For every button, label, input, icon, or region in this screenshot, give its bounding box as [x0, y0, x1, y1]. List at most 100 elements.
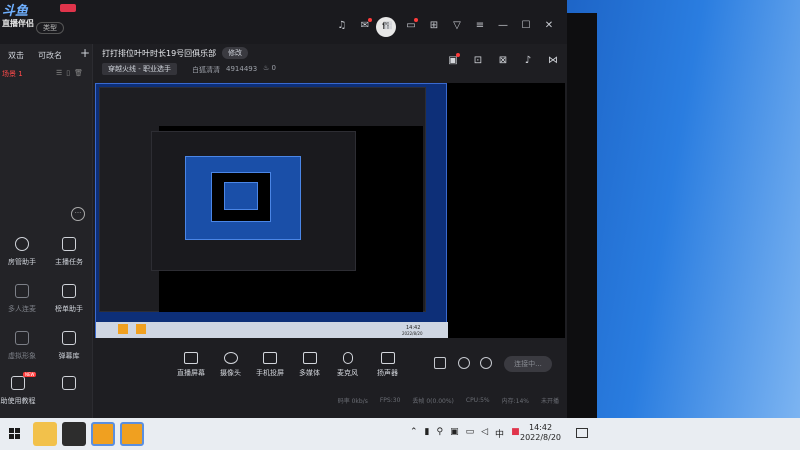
- scene-row-icons[interactable]: ☰▯🗑: [56, 69, 87, 77]
- menu-icon[interactable]: ≡: [474, 20, 486, 32]
- clock-date: 2022/8/20: [520, 433, 562, 442]
- tool-streamer-task[interactable]: 主播任务: [49, 237, 89, 267]
- type-pill[interactable]: 类型: [36, 22, 64, 34]
- tutorial-icon: [11, 376, 25, 390]
- chat-bubble-icon[interactable]: ···: [71, 207, 85, 221]
- new-tag: NEW: [23, 372, 37, 377]
- camera-icon: [223, 352, 238, 364]
- tool-multi-mic[interactable]: 多人连麦: [2, 284, 42, 314]
- rank-icon: [62, 284, 76, 298]
- tab-double-click[interactable]: 双击: [8, 50, 24, 61]
- chat-icon[interactable]: ▭: [405, 18, 418, 32]
- category-pill[interactable]: 穿越火线 - 职业选手: [102, 63, 177, 75]
- system-tray: ⌃ ▮ ⚲ ▣ ▭ ◁ 中 ■: [410, 427, 520, 440]
- maximize-icon[interactable]: ☐: [520, 20, 532, 32]
- room-title: 打打排位叶叶时长19号回俱乐部: [102, 49, 217, 58]
- user-icon: [15, 237, 29, 251]
- phone-icon: [263, 352, 277, 364]
- logo-text: 斗鱼: [2, 4, 29, 19]
- scene-row[interactable]: 场景 1 ☰▯🗑: [0, 68, 93, 80]
- wechat-icon[interactable]: [62, 422, 86, 446]
- windows-taskbar: ⌃ ▮ ⚲ ▣ ▭ ◁ 中 ■ 14:42 2022/8/20: [0, 418, 800, 450]
- captured-date: 2022/8/20: [402, 331, 423, 336]
- status-bitrate: 码率 0kb/s: [337, 397, 368, 405]
- usb-icon[interactable]: ⚲: [437, 427, 444, 440]
- minimize-icon[interactable]: —: [497, 20, 509, 32]
- close-icon[interactable]: ✕: [543, 20, 555, 32]
- tool-tutorial[interactable]: NEW 助使用教程: [0, 372, 38, 406]
- heat-value: 0: [271, 64, 276, 72]
- mic-tray-icon[interactable]: ▮: [425, 427, 430, 440]
- heat-count: ♨ 0: [263, 64, 276, 72]
- media-icon: [302, 352, 317, 364]
- fire-icon: ♨: [263, 64, 272, 72]
- scene-tabs: 双击 可改名: [8, 50, 62, 61]
- ime-icon[interactable]: 中: [495, 427, 504, 440]
- settings-gear-icon[interactable]: [480, 357, 492, 369]
- volume-icon[interactable]: ◁: [481, 427, 488, 440]
- tab-rename[interactable]: 可改名: [38, 50, 62, 61]
- unlock-icon[interactable]: ⊡: [472, 55, 484, 67]
- eye-icon[interactable]: [458, 357, 470, 369]
- room-number: 4914493: [226, 65, 258, 73]
- download-icon: [62, 376, 76, 390]
- task-icon: [62, 237, 76, 251]
- gift-icon[interactable]: ⊞: [428, 20, 440, 32]
- multimedia-button[interactable]: 多媒体: [299, 352, 320, 378]
- background-window-edge: [567, 13, 597, 418]
- start-live-button[interactable]: 连接中...: [504, 356, 552, 372]
- app-icon-2[interactable]: [120, 422, 144, 446]
- logo-badge: [60, 4, 76, 12]
- download-icon: [15, 331, 29, 345]
- add-scene-button[interactable]: +: [80, 46, 90, 60]
- status-mem: 内存:14%: [501, 397, 529, 405]
- edit-title-button[interactable]: 修改: [222, 47, 248, 59]
- captured-desktop: 14:42 2022/8/20: [95, 83, 448, 338]
- monitor-icon: [184, 352, 198, 364]
- network-icon[interactable]: ▣: [450, 427, 459, 440]
- scene-icon[interactable]: ▣: [447, 53, 460, 67]
- windows-start-icon[interactable]: [9, 428, 21, 440]
- status-fps: FPS:30: [379, 396, 401, 404]
- app-logo: 斗鱼 直播伴侣: [0, 0, 60, 40]
- live-companion-window: 斗鱼 直播伴侣 类型 fi ♫ ✉ ▦ ▭ ⊞ ▽ ≡ — ☐ ✕ 双击 可改名…: [0, 0, 567, 418]
- danmu-icon: [62, 331, 76, 345]
- platform-label: 白狐清清: [192, 66, 220, 74]
- taskbar-clock[interactable]: 14:42 2022/8/20: [520, 423, 561, 443]
- status-bar: 码率 0kb/s FPS:30 丢帧 0(0.00%) CPU:5% 内存:14…: [93, 392, 567, 408]
- tool-danmu-library[interactable]: 弹幕库: [49, 331, 89, 361]
- phone-cast-button[interactable]: 手机投屏: [256, 352, 284, 378]
- grid-icon[interactable]: ▦: [382, 20, 394, 32]
- share-icon[interactable]: ⋈: [547, 55, 559, 67]
- notification-icon[interactable]: [576, 428, 588, 438]
- captured-app-icon-2: [136, 324, 146, 334]
- bell-icon[interactable]: ♪: [522, 55, 534, 67]
- headset-icon[interactable]: ♫: [336, 20, 348, 32]
- camera-button[interactable]: 摄像头: [220, 352, 241, 378]
- microphone-button[interactable]: 麦克风: [337, 352, 358, 378]
- tool-virtual-avatar[interactable]: 虚拟形象: [2, 331, 42, 361]
- live-preview[interactable]: 14:42 2022/8/20: [95, 83, 565, 338]
- tool-download[interactable]: [49, 376, 89, 396]
- chevron-up-icon[interactable]: ⌃: [410, 427, 418, 440]
- status-drop: 丢帧 0(0.00%): [412, 397, 454, 405]
- security-icon[interactable]: ■: [511, 427, 520, 440]
- record-icon[interactable]: [434, 357, 446, 369]
- tool-room-manager[interactable]: 房管助手: [2, 237, 42, 267]
- captured-inner-2: [224, 182, 258, 210]
- screen-capture-button[interactable]: 直播屏幕: [177, 352, 205, 378]
- file-explorer-icon[interactable]: [33, 422, 57, 446]
- shirt-icon[interactable]: ▽: [451, 20, 463, 32]
- battery-icon[interactable]: ▭: [466, 427, 475, 440]
- tool-rank-helper[interactable]: 榜单助手: [49, 284, 89, 314]
- logo-subtext: 直播伴侣: [2, 19, 34, 28]
- window-controls: ♫ ✉ ▦ ▭ ⊞ ▽ ≡ — ☐ ✕: [336, 18, 555, 32]
- lock-icon[interactable]: ⊠: [497, 55, 509, 67]
- scene-label: 场景 1: [2, 70, 23, 78]
- captured-taskbar: [96, 322, 448, 338]
- scene-panel: 双击 可改名 + 场景 1 ☰▯🗑 ··· 房管助手 主播任务 多人连麦 榜单助…: [0, 44, 93, 418]
- mail-icon[interactable]: ✉: [359, 18, 372, 32]
- header-actions: ▣ ⊡ ⊠ ♪ ⋈: [447, 53, 559, 67]
- app-icon-1[interactable]: [91, 422, 115, 446]
- speaker-button[interactable]: 扬声器: [377, 352, 398, 378]
